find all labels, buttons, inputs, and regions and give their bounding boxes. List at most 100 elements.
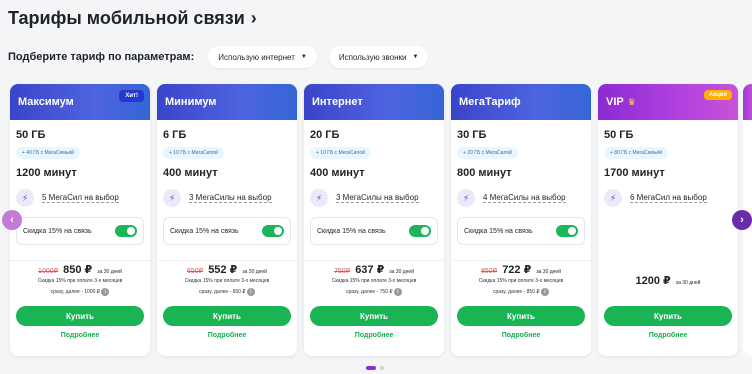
minutes: 800 минут xyxy=(457,167,512,179)
page-title-text: Тарифы мобильной связи xyxy=(8,8,245,28)
promo-badge: Акция xyxy=(703,90,732,100)
promo-line-2: сразу, далее - 750 ₽ xyxy=(346,289,393,295)
tariff-card-maksimum: Максимум Хит! 50 ГБ + 40 ГБ с МегаСемьёй… xyxy=(10,84,150,356)
price-period: за 30 дней xyxy=(242,269,267,275)
filter-label: Подберите тариф по параметрам: xyxy=(8,51,195,63)
discount-toggle[interactable] xyxy=(115,225,137,237)
info-icon[interactable]: i xyxy=(540,287,549,296)
card-body: 20 ГБ + 10 ГБ с МегаСилой 400 минут ⚡ 3 … xyxy=(304,120,444,245)
info-icon[interactable]: i xyxy=(393,287,402,296)
discount-toggle[interactable] xyxy=(556,225,578,237)
buy-button[interactable]: Купить xyxy=(310,306,438,326)
discount-label: Скидка 15% на связь xyxy=(170,227,239,235)
data-volume: 20 ГБ xyxy=(310,129,340,141)
chevron-right-icon: › xyxy=(250,8,257,28)
carousel-next-button[interactable]: › xyxy=(732,210,752,230)
megasila-row[interactable]: ⚡ 6 МегаСил на выбор xyxy=(604,189,732,207)
megasila-link[interactable]: 6 МегаСил на выбор xyxy=(630,193,707,203)
megasila-link[interactable]: 3 МегаСилы на выбор xyxy=(189,193,272,203)
price: 850 ₽ xyxy=(63,264,93,276)
megasila-link[interactable]: 3 МегаСилы на выбор xyxy=(336,193,419,203)
promo-line-1: Скидка 15% при оплате 3-х месяцев xyxy=(184,278,270,284)
promo-line-1: Скидка 15% при оплате 3-х месяцев xyxy=(331,278,417,284)
caret-down-icon: ▼ xyxy=(412,54,419,60)
card-header[interactable]: МегаТариф xyxy=(451,84,591,120)
discount-toggle[interactable] xyxy=(262,225,284,237)
carousel-prev-button[interactable]: ‹ xyxy=(2,210,22,230)
pagination-dot[interactable] xyxy=(380,366,384,370)
discount-label: Скидка 15% на связь xyxy=(464,227,533,235)
buy-button[interactable]: Купить xyxy=(604,306,732,326)
data-volume: 50 ГБ xyxy=(604,129,634,141)
bonus-badge: + 20 ГБ с МегаСилой xyxy=(457,147,518,159)
bonus-badge: + 80 ГБ с МегаСемьёй xyxy=(604,147,669,159)
data-volume: 30 ГБ xyxy=(457,129,487,141)
card-body: 6 ГБ + 10 ГБ с МегаСилой 400 минут ⚡ 3 М… xyxy=(157,120,297,245)
pagination-dot-active[interactable] xyxy=(366,366,376,370)
lightning-icon: ⚡ xyxy=(163,189,181,207)
tariff-cards: Максимум Хит! 50 ГБ + 40 ГБ с МегаСемьёй… xyxy=(10,84,738,356)
promo-line-1: Скидка 15% при оплате 3-х месяцев xyxy=(37,278,123,284)
price-block: 850₽ 722 ₽ за 30 дней Скидка 15% при опл… xyxy=(451,260,591,304)
more-link[interactable]: Подробнее xyxy=(598,332,738,339)
price-block: 650₽ 552 ₽ за 30 дней Скидка 15% при опл… xyxy=(157,260,297,304)
price-period: за 30 дней xyxy=(536,269,561,275)
price: 552 ₽ xyxy=(208,264,238,276)
discount-label: Скидка 15% на связь xyxy=(23,227,92,235)
discount-toggle[interactable] xyxy=(409,225,431,237)
minutes: 1200 минут xyxy=(16,167,77,179)
filter-calls-label: Использую звонки xyxy=(338,52,407,62)
more-link[interactable]: Подробнее xyxy=(157,332,297,339)
megasila-row[interactable]: ⚡ 3 МегаСилы на выбор xyxy=(310,189,438,207)
tariff-name: Интернет xyxy=(312,96,363,108)
info-icon[interactable]: i xyxy=(101,287,110,296)
tariff-name: Максимум xyxy=(18,96,74,108)
lightning-icon: ⚡ xyxy=(457,189,475,207)
filter-calls-dropdown[interactable]: Использую звонки ▼ xyxy=(328,46,429,68)
megasila-row[interactable]: ⚡ 5 МегаСил на выбор xyxy=(16,189,144,207)
discount-toggle-row: Скидка 15% на связь xyxy=(16,217,144,245)
tariff-card-internet: Интернет 20 ГБ + 10 ГБ с МегаСилой 400 м… xyxy=(304,84,444,356)
card-header[interactable]: Минимум xyxy=(157,84,297,120)
price-block: 750₽ 637 ₽ за 30 дней Скидка 15% при опл… xyxy=(304,260,444,304)
filter-internet-dropdown[interactable]: Использую интернет ▼ xyxy=(208,46,317,68)
lightning-icon: ⚡ xyxy=(310,189,328,207)
page-title[interactable]: Тарифы мобильной связи › xyxy=(8,8,257,29)
minutes: 400 минут xyxy=(163,167,218,179)
lightning-icon: ⚡ xyxy=(16,189,34,207)
price: 637 ₽ xyxy=(355,264,385,276)
minutes: 1700 минут xyxy=(604,167,665,179)
card-body: 30 ГБ + 20 ГБ с МегаСилой 800 минут ⚡ 4 … xyxy=(451,120,591,245)
hit-badge: Хит! xyxy=(119,90,144,102)
buy-button[interactable]: Купить xyxy=(163,306,291,326)
bonus-badge: + 40 ГБ с МегаСемьёй xyxy=(16,147,81,159)
price: 1200 ₽ xyxy=(635,275,671,287)
price-period: за 30 дней xyxy=(97,269,122,275)
buy-button[interactable]: Купить xyxy=(16,306,144,326)
megasila-row[interactable]: ⚡ 3 МегаСилы на выбор xyxy=(163,189,291,207)
card-header[interactable]: Максимум Хит! xyxy=(10,84,150,120)
buy-button[interactable]: Купить xyxy=(457,306,585,326)
more-link[interactable]: Подробнее xyxy=(451,332,591,339)
price-block: 1200 ₽ за 30 дней xyxy=(598,274,738,287)
card-header[interactable]: Интернет xyxy=(304,84,444,120)
tariff-card-minimum: Минимум 6 ГБ + 10 ГБ с МегаСилой 400 мин… xyxy=(157,84,297,356)
promo-line-2: сразу, далее - 650 ₽ xyxy=(199,289,246,295)
lightning-icon: ⚡ xyxy=(604,189,622,207)
info-icon[interactable]: i xyxy=(246,287,255,296)
megasila-row[interactable]: ⚡ 4 МегаСилы на выбор xyxy=(457,189,585,207)
more-link[interactable]: Подробнее xyxy=(10,332,150,339)
old-price: 1000₽ xyxy=(38,268,59,275)
megasila-link[interactable]: 4 МегаСилы на выбор xyxy=(483,193,566,203)
promo-line-2: сразу, далее - 1000 ₽ xyxy=(50,289,100,295)
bonus-badge: + 10 ГБ с МегаСилой xyxy=(310,147,371,159)
tariff-card-megatarif: МегаТариф 30 ГБ + 20 ГБ с МегаСилой 800 … xyxy=(451,84,591,356)
discount-toggle-row: Скидка 15% на связь xyxy=(310,217,438,245)
card-header[interactable]: VIP ♛ Акция xyxy=(598,84,738,120)
megasila-link[interactable]: 5 МегаСил на выбор xyxy=(42,193,119,203)
tariff-name: Минимум xyxy=(165,96,217,108)
more-link[interactable]: Подробнее xyxy=(304,332,444,339)
data-volume: 6 ГБ xyxy=(163,129,187,141)
tariff-card-vip: VIP ♛ Акция 50 ГБ + 80 ГБ с МегаСемьёй 1… xyxy=(598,84,738,356)
minutes: 400 минут xyxy=(310,167,365,179)
